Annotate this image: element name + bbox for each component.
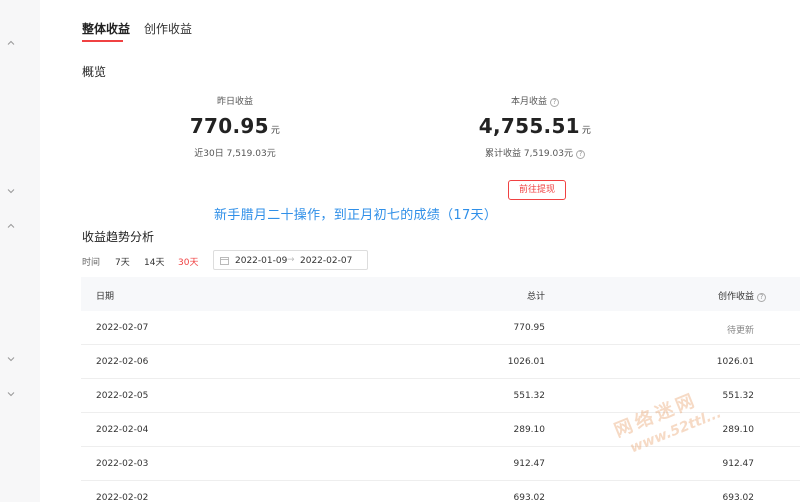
help-icon[interactable]: ? (550, 98, 559, 107)
table-row: 2022-02-06 1026.01 1026.01 (81, 345, 800, 379)
help-icon[interactable]: ? (575, 150, 585, 159)
table-header: 日期 总计 创作收益? (81, 277, 800, 311)
row-creation-income: 1026.01 (716, 357, 754, 367)
income-table: 日期 总计 创作收益? 2022-02-07 770.95 待更新 2022-0… (81, 277, 800, 502)
yesterday-income-label: 昨日收益 (216, 97, 253, 107)
last-30-days-income: 近30日 7,519.03元 (194, 149, 276, 159)
annotation-text: 新手腊月二十操作，到正月初七的成绩（17天） (214, 208, 498, 223)
yesterday-income-value: 770.95 元 (189, 114, 281, 138)
table-row: 2022-02-02 693.02 693.02 (81, 481, 800, 502)
header-date: 日期 (96, 292, 115, 302)
overview-title: 概览 (82, 65, 107, 79)
tab-creation-income[interactable]: 创作收益 (144, 20, 192, 37)
date-range-picker[interactable]: 2022-01-09 → 2022-02-07 (213, 250, 368, 270)
month-income-label: 本月收益? (475, 94, 595, 107)
table-row: 2022-02-03 912.47 912.47 (81, 447, 800, 481)
chevron-up-icon[interactable] (6, 221, 16, 231)
date-separator: → (287, 255, 295, 265)
active-tab-indicator (82, 40, 123, 42)
row-date: 2022-02-03 (96, 459, 149, 469)
time-filter-label: 时间 (82, 258, 101, 268)
row-total: 289.10 (513, 425, 546, 435)
row-total: 693.02 (513, 493, 546, 502)
header-total: 总计 (526, 292, 545, 302)
filter-14-days[interactable]: 14天 (144, 255, 164, 268)
row-total: 551.32 (513, 391, 546, 401)
left-rail (0, 0, 40, 502)
row-creation-income: 551.32 (722, 391, 755, 401)
row-creation-income: 693.02 (722, 493, 755, 502)
filter-7-days[interactable]: 7天 (115, 255, 130, 268)
row-date: 2022-02-05 (96, 391, 149, 401)
row-creation-income: 912.47 (722, 459, 755, 469)
trend-analysis-title: 收益趋势分析 (82, 230, 155, 244)
month-income-stat: 本月收益? 4,755.51 元 累计收益 7,519.03元? (475, 94, 595, 159)
row-total: 912.47 (513, 459, 546, 469)
chevron-down-icon[interactable] (6, 389, 16, 399)
calendar-icon (220, 256, 229, 265)
table-row: 2022-02-05 551.32 551.32 (81, 379, 800, 413)
income-panel: 整体收益 创作收益 概览 昨日收益 770.95 元 近30日 7,519.03元… (40, 0, 800, 502)
filter-30-days[interactable]: 30天 (178, 255, 198, 268)
row-total: 770.95 (513, 323, 546, 333)
withdraw-button[interactable]: 前往提现 (508, 180, 566, 200)
row-creation-income: 待更新 (726, 326, 754, 336)
row-date: 2022-02-06 (96, 357, 149, 367)
row-creation-income: 289.10 (722, 425, 755, 435)
table-row: 2022-02-04 289.10 289.10 (81, 413, 800, 447)
start-date[interactable]: 2022-01-09 (235, 256, 287, 266)
cumulative-income: 累计收益 7,519.03元? (475, 146, 595, 159)
row-date: 2022-02-07 (96, 323, 149, 333)
chevron-down-icon[interactable] (6, 354, 16, 364)
help-icon[interactable]: ? (757, 293, 766, 302)
month-income-value: 4,755.51 元 (478, 114, 592, 138)
row-date: 2022-02-04 (96, 425, 149, 435)
header-creation-income: 创作收益? (718, 289, 766, 302)
yesterday-income-stat: 昨日收益 770.95 元 近30日 7,519.03元 (185, 94, 285, 159)
chevron-up-icon[interactable] (6, 38, 16, 48)
end-date[interactable]: 2022-02-07 (300, 256, 352, 266)
chevron-down-icon[interactable] (6, 186, 16, 196)
row-date: 2022-02-02 (96, 493, 149, 502)
tab-overall-income[interactable]: 整体收益 (82, 20, 130, 37)
table-row: 2022-02-07 770.95 待更新 (81, 311, 800, 345)
row-total: 1026.01 (507, 357, 545, 367)
